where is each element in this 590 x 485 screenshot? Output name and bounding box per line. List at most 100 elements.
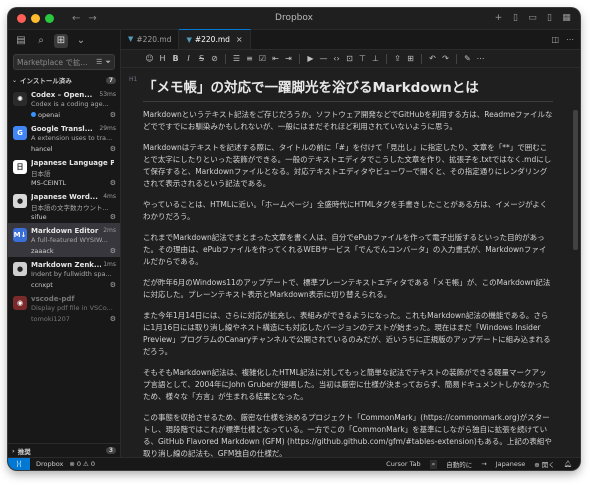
- extension-item[interactable]: M↓ Markdown Editor 2ms A full-featured WYSI…: [8, 223, 120, 257]
- zoom-window-button[interactable]: [45, 14, 54, 23]
- code-icon[interactable]: ‹›: [332, 54, 341, 63]
- gear-icon[interactable]: ⚙: [110, 247, 116, 255]
- undo-icon[interactable]: ↶: [428, 54, 437, 63]
- extension-description: A full-featured WYSIW...: [31, 236, 108, 244]
- search-status-icon[interactable]: ⌕: [429, 459, 438, 469]
- more-actions-icon[interactable]: ⋯: [566, 35, 574, 44]
- toolbar-divider: [299, 53, 300, 64]
- activation-time: 2ms: [103, 227, 116, 234]
- extension-search-input[interactable]: [17, 57, 94, 67]
- extension-item[interactable]: ● Markdown Zenk... 1ms Indent by fullwidth …: [8, 257, 120, 291]
- tab-220-md-active[interactable]: ▼ #220.md ×: [179, 29, 251, 49]
- close-tab-icon[interactable]: ×: [236, 35, 243, 44]
- auto-wrap-status[interactable]: 自動的に: [446, 459, 472, 469]
- extension-logo-icon: ◉: [13, 296, 27, 310]
- extensions-icon[interactable]: ⊞: [54, 34, 68, 48]
- layout-sidebar-left-icon[interactable]: ▯: [510, 13, 521, 23]
- horizontal-rule-icon[interactable]: —: [319, 54, 328, 63]
- paragraph: この事態を収拾させるため、厳密な仕様を決めるプロジェクト「CommonMark」…: [143, 413, 552, 457]
- recommended-section-header[interactable]: › 推奨 3: [8, 443, 120, 457]
- bell-icon[interactable]: 🔔︎: [564, 460, 572, 468]
- toolbar-divider: [421, 53, 422, 64]
- extension-item[interactable]: 日 Japanese Language P... 日本語 MS-CEINTL ⚙: [8, 155, 120, 189]
- add-icon[interactable]: +: [493, 13, 504, 23]
- app-window: ← → Dropbox + ▯ ▭ ▯ ▦ ▤ ⌕ ⊞ ⌄ ☰ ⏷ ⌄ インスト…: [8, 8, 580, 470]
- gear-icon[interactable]: ⚙: [110, 281, 116, 289]
- editor-area: ▼ #220.md ▼ #220.md × ◫ ⋯ ☺ H B I S ⊘ ☰ …: [121, 29, 580, 457]
- redo-icon[interactable]: ↷: [441, 54, 450, 63]
- ordered-list-icon[interactable]: ≡: [245, 54, 254, 63]
- indent-icon[interactable]: ⇥: [284, 54, 293, 63]
- extension-publisher: tomoki1207: [31, 314, 70, 323]
- minimize-window-button[interactable]: [31, 14, 40, 23]
- bullet-list-icon[interactable]: ☰: [232, 54, 241, 63]
- bold-icon[interactable]: B: [171, 54, 180, 63]
- warning-icon: ⚠: [82, 460, 89, 468]
- clear-filter-icon[interactable]: ☰: [96, 58, 102, 66]
- strikethrough-icon[interactable]: S: [197, 54, 206, 63]
- extension-logo-icon: ●: [13, 194, 27, 208]
- forward-arrow-icon[interactable]: →: [88, 13, 96, 24]
- vertical-scrollbar[interactable]: [573, 110, 578, 250]
- filter-icon[interactable]: ⏷: [105, 58, 111, 67]
- extension-name: Japanese Language P...: [31, 158, 114, 167]
- close-window-button[interactable]: [17, 14, 26, 23]
- gear-icon[interactable]: ⚙: [110, 179, 116, 187]
- tab-220-md-inactive[interactable]: ▼ #220.md: [121, 29, 180, 49]
- more-icon[interactable]: ⋯: [476, 54, 485, 63]
- edit-mode-icon[interactable]: ✎: [463, 54, 472, 63]
- quote-icon[interactable]: ▶: [306, 54, 315, 63]
- layout-sidebar-right-icon[interactable]: ▯: [544, 13, 555, 23]
- extension-item[interactable]: ● Japanese Word... 4ms 日本語の文字数カウント... sifue ⚙: [8, 189, 120, 223]
- search-icon[interactable]: ⌕: [34, 34, 48, 48]
- italic-icon[interactable]: I: [184, 54, 193, 63]
- gear-icon[interactable]: ⚙: [110, 315, 116, 323]
- upload-icon[interactable]: ⇪: [393, 54, 402, 63]
- paragraph: Markdownというテキスト記法をご存じだろうか。ソフトウェア開発などでGit…: [143, 110, 553, 131]
- extension-item[interactable]: G Google Transl... 29ms A extension uses to…: [8, 121, 120, 155]
- language-mode[interactable]: Japanese: [496, 460, 526, 468]
- status-branch[interactable]: Dropbox: [36, 460, 63, 468]
- cursor-tab-status[interactable]: Cursor Tab: [386, 460, 420, 468]
- extension-publisher: zaaack: [31, 246, 54, 255]
- toggle-sidebar-icon[interactable]: ▤: [14, 34, 28, 48]
- extension-item[interactable]: ✺ Codex – Open... 53ms Codex is a coding ag…: [8, 87, 120, 121]
- extension-description: Display pdf file in VSCo...: [31, 304, 113, 312]
- chevron-down-icon[interactable]: ⌄: [74, 34, 88, 48]
- emoji-icon[interactable]: ☺: [145, 54, 154, 63]
- insert-after-icon[interactable]: ⊥: [371, 54, 380, 63]
- extension-logo-icon: M↓: [13, 228, 27, 242]
- heading-marker: H1: [129, 76, 138, 83]
- outdent-icon[interactable]: ⇤: [271, 54, 280, 63]
- paragraph: そもそもMarkdown記法は、複雑化したHTML記法に対してもっと簡単な記法で…: [143, 368, 550, 401]
- link-icon[interactable]: ⊘: [210, 54, 219, 63]
- heading-icon[interactable]: H: [158, 54, 167, 63]
- checkbox-list-icon[interactable]: ☑: [258, 54, 267, 63]
- installed-section-header[interactable]: ⌄ インストール済み 7: [8, 73, 120, 87]
- sidebar-toolbar: ▤ ⌕ ⊞ ⌄: [8, 30, 120, 52]
- layout-panel-icon[interactable]: ▭: [527, 13, 538, 23]
- warning-count: 0: [90, 460, 95, 468]
- back-arrow-icon[interactable]: ←: [72, 13, 80, 24]
- split-editor-icon[interactable]: ◫: [551, 35, 559, 44]
- customize-layout-icon[interactable]: ▦: [561, 13, 572, 23]
- gear-icon[interactable]: ⚙: [110, 213, 116, 221]
- gear-icon[interactable]: ⚙: [110, 111, 116, 119]
- installed-extension-list: ✺ Codex – Open... 53ms Codex is a coding ag…: [8, 87, 120, 325]
- gear-icon[interactable]: ⚙: [110, 145, 116, 153]
- insert-row-icon[interactable]: ⊤: [358, 54, 367, 63]
- feedback-status[interactable]: ⊕ 開く: [534, 459, 555, 469]
- extension-publisher: sifue: [31, 212, 47, 221]
- document-view[interactable]: H1 「メモ帳」の対応で一躍脚光を浴びるMarkdownとは Markdownと…: [121, 68, 580, 457]
- verified-badge-icon: [31, 112, 36, 117]
- status-problems[interactable]: ⊗ 0 ⚠ 0: [69, 460, 95, 468]
- table-icon[interactable]: ⊞: [406, 54, 415, 63]
- error-count: 0: [76, 460, 81, 468]
- editor-actions: ◫ ⋯: [551, 35, 574, 44]
- extension-item[interactable]: ◉ vscode-pdf Display pdf file in VSCo... to…: [8, 291, 120, 325]
- code-block-icon[interactable]: ⊡: [345, 54, 354, 63]
- document-content: 「メモ帳」の対応で一躍脚光を浴びるMarkdownとは Markdownというテ…: [143, 76, 553, 457]
- remote-indicator-icon[interactable]: ⟩⟨: [8, 457, 30, 470]
- extension-search-box[interactable]: ☰ ⏷: [13, 54, 115, 70]
- feedback-label: 開く: [541, 461, 555, 469]
